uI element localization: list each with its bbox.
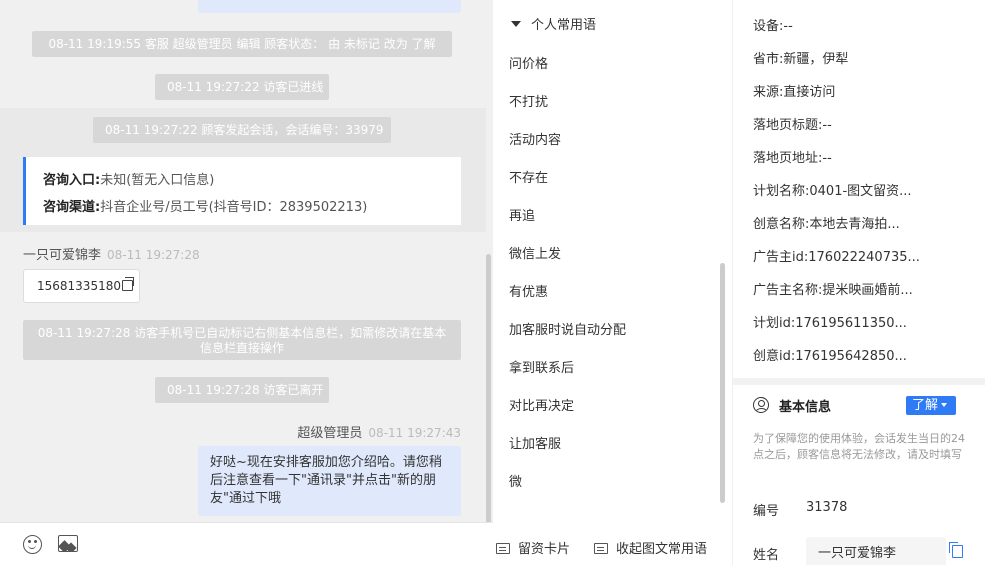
info-row-plan-name: 计划名称:0401-图文留资... [753, 180, 978, 199]
copy-icon[interactable] [121, 277, 134, 291]
info-value: 新疆，伊犁 [783, 52, 849, 67]
info-row-creative-id: 创意id:176195642850... [753, 345, 978, 364]
section-divider [733, 378, 985, 385]
phrase-item[interactable]: 不打扰 [509, 84, 714, 122]
phrases-list: 问价格 不打扰 活动内容 不存在 再追 微信上发 有优惠 加客服时说自动分配 拿… [509, 46, 714, 502]
system-message-phone-marked: 08-11 19:27:28 访客手机号已自动标记右侧基本信息栏，如需修改请在基… [23, 320, 461, 360]
info-value: 直接访问 [783, 85, 836, 100]
info-row-creative-name: 创意名称:本地去青海拍... [753, 213, 978, 232]
info-label: 广告主id: [753, 250, 809, 265]
info-label: 省市: [753, 52, 784, 67]
info-value: 提米映画婚前... [822, 283, 913, 298]
chat-scrollbar[interactable] [486, 254, 491, 524]
id-value: 31378 [806, 500, 848, 515]
consult-info-card: 咨询入口:未知(暂无入口信息) 咨询渠道:抖音企业号/员工号(抖音号ID：283… [23, 157, 461, 225]
image-icon[interactable] [58, 535, 78, 552]
info-label: 计划名称: [753, 184, 810, 199]
phrase-item[interactable]: 再追 [509, 198, 714, 236]
visitor-phone: 15681335180 [37, 279, 121, 293]
info-label: 来源: [753, 85, 784, 100]
info-value: 176022240735... [808, 250, 920, 265]
name-label: 姓名 [753, 548, 780, 563]
phrase-item[interactable]: 有优惠 [509, 274, 714, 312]
agent-time: 08-11 19:27:43 [368, 426, 461, 440]
id-label: 编号 [753, 504, 780, 519]
emoji-icon[interactable] [23, 535, 42, 554]
info-label: 设备: [753, 19, 784, 34]
info-label: 创意名称: [753, 217, 810, 232]
info-value: -- [822, 118, 832, 133]
info-label: 创意id: [753, 349, 796, 364]
info-row-plan-id: 计划id:176195611350... [753, 312, 978, 331]
previous-agent-message [198, 0, 461, 13]
info-label: 落地页标题: [753, 118, 823, 133]
phrase-item[interactable]: 不存在 [509, 160, 714, 198]
chat-history[interactable]: 08-11 19:19:55 客服 超级管理员 编辑 顾客状态： 由 未标记 改… [0, 0, 493, 522]
phrases-footer: 留资卡片 收起图文常用语 [493, 528, 733, 565]
channel-value: 抖音企业号/员工号(抖音号ID：2839502213) [100, 200, 368, 215]
phrases-scrollbar[interactable] [720, 263, 725, 503]
copy-name-icon[interactable] [949, 542, 963, 558]
system-message-session-start: 08-11 19:27:22 顾客发起会话，会话编号：33979 [93, 117, 391, 143]
info-row-device: 设备:-- [753, 15, 978, 34]
info-label: 计划id: [753, 316, 796, 331]
info-row-advertiser-id: 广告主id:176022240735... [753, 246, 978, 265]
status-dropdown[interactable]: 了解 [906, 396, 956, 415]
visitor-info-panel: 设备:-- 省市:新疆，伊犁 来源:直接访问 落地页标题:-- 落地页地址:--… [733, 0, 985, 565]
lead-card-button[interactable]: 留资卡片 [496, 538, 570, 557]
info-value: 本地去青海拍... [809, 217, 900, 232]
system-message-visitor-entered: 08-11 19:27:22 访客已进线 [155, 74, 329, 100]
agent-name: 超级管理员 [297, 426, 363, 441]
card-icon [496, 543, 510, 554]
info-value: 0401-图文留资... [809, 184, 912, 199]
user-circle-icon [753, 397, 769, 413]
name-input[interactable] [806, 537, 946, 565]
entry-label: 咨询入口: [43, 173, 101, 188]
collapse-phrases-button[interactable]: 收起图文常用语 [594, 538, 707, 557]
edit-notice: 为了保障您的使用体验，会话发生当日的24点之后，顾客信息将无法修改，请及时填写 [753, 432, 965, 461]
phrases-group-title: 个人常用语 [531, 18, 597, 33]
system-message-status-change: 08-11 19:19:55 客服 超级管理员 编辑 顾客状态： 由 未标记 改… [32, 31, 452, 57]
phrase-item[interactable]: 加客服时说自动分配 [509, 312, 714, 350]
info-value: 176195611350... [795, 316, 907, 331]
system-message-visitor-left: 08-11 19:27:28 访客已离开 [155, 377, 329, 403]
phrase-item[interactable]: 活动内容 [509, 122, 714, 160]
info-row-source: 来源:直接访问 [753, 81, 978, 100]
info-row-advertiser-name: 广告主名称:提米映画婚前... [753, 279, 978, 298]
phrases-group-header[interactable]: 个人常用语 [511, 14, 596, 33]
status-dropdown-label: 了解 [912, 398, 939, 413]
phrase-item[interactable]: 拿到联系后 [509, 350, 714, 388]
phrase-item[interactable]: 问价格 [509, 46, 714, 84]
phrase-item[interactable]: 让加客服 [509, 426, 714, 464]
info-row-landing-url: 落地页地址:-- [753, 147, 978, 166]
info-value: -- [822, 151, 832, 166]
visitor-name: 一只可爱锦李 [23, 248, 102, 263]
phrase-item[interactable]: 微信上发 [509, 236, 714, 274]
channel-label: 咨询渠道: [43, 200, 101, 215]
phrase-item[interactable]: 对比再决定 [509, 388, 714, 426]
info-label: 落地页地址: [753, 151, 823, 166]
caret-down-icon [511, 21, 521, 27]
visitor-time: 08-11 19:27:28 [107, 248, 200, 262]
lead-card-label: 留资卡片 [518, 542, 571, 557]
entry-value: 未知(暂无入口信息) [100, 173, 215, 188]
info-label: 广告主名称: [753, 283, 823, 298]
agent-message: 好哒~现在安排客服加您介绍哈。请您稍后注意查看一下"通讯录"并点击"新的朋友"通… [198, 446, 461, 516]
info-row-landing-title: 落地页标题:-- [753, 114, 978, 133]
info-row-region: 省市:新疆，伊犁 [753, 48, 978, 67]
phrases-panel: 个人常用语 问价格 不打扰 活动内容 不存在 再追 微信上发 有优惠 加客服时说… [493, 0, 733, 565]
info-value: -- [783, 19, 793, 34]
collapse-phrases-label: 收起图文常用语 [616, 542, 708, 557]
phrase-item[interactable]: 微 [509, 464, 714, 502]
chat-panel: 08-11 19:19:55 客服 超级管理员 编辑 顾客状态： 由 未标记 改… [0, 0, 493, 565]
card-icon [594, 543, 608, 554]
visitor-phone-message: 15681335180 [23, 269, 140, 303]
visitor-sender: 一只可爱锦李 08-11 19:27:28 [23, 244, 200, 263]
info-value: 176195642850... [795, 349, 907, 364]
caret-down-icon [941, 403, 948, 407]
basic-info-title: 基本信息 [779, 400, 832, 415]
agent-sender: 超级管理员 08-11 19:27:43 [297, 422, 461, 441]
